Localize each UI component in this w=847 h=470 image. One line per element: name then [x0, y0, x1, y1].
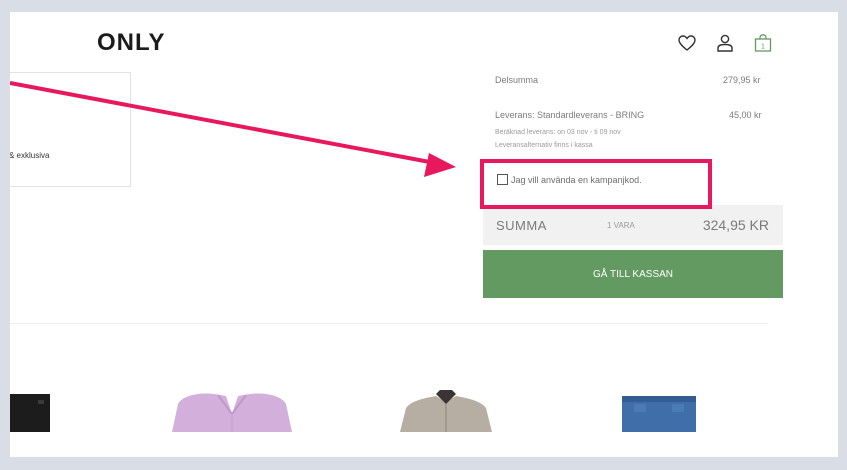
annotation-arrow [10, 81, 456, 177]
page-frame: ONLY 1 & exklusiva Delsumma 279,95 kr Le… [10, 12, 838, 457]
